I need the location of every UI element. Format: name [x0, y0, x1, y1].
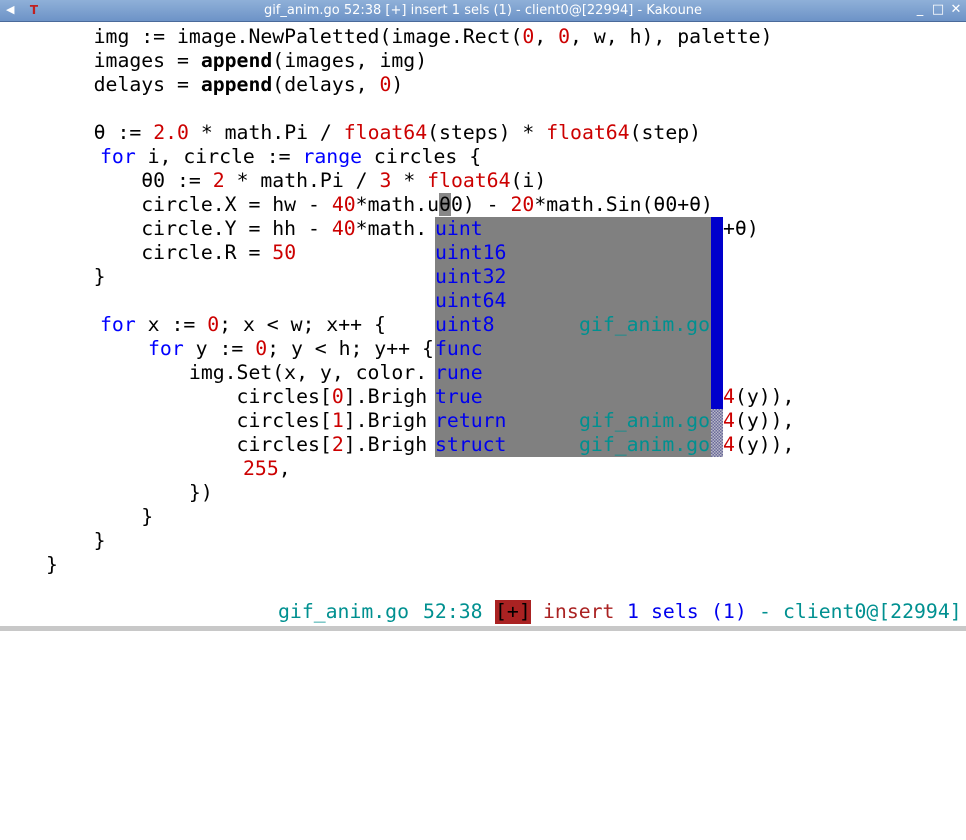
completion-item[interactable]: uint64 — [435, 289, 711, 313]
code-line: for x := 0; x < w; x++ { — [100, 313, 386, 336]
code-line: circles[0].Brigh — [46, 385, 428, 408]
status-mode: insert — [543, 600, 615, 623]
code-line: delays = append(delays, 0) — [46, 73, 404, 96]
window-bottom-border — [0, 626, 966, 631]
status-line: gif_anim.go 52:38 [+] insert 1 sels (1) … — [0, 600, 966, 624]
completion-menu[interactable]: uint uint16 uint32 uint64 uint8 gif_anim.go fu… — [435, 217, 723, 457]
completion-item[interactable]: return gif_anim.go — [435, 409, 711, 433]
text-cursor: θ — [439, 193, 451, 216]
code-line: } — [46, 265, 106, 288]
status-modified-badge: [+] — [495, 600, 531, 624]
code-line: θ := 2.0 * math.Pi / float64(steps) * fl… — [46, 121, 702, 144]
completion-item-name: struct — [435, 433, 507, 456]
close-button[interactable]: ✕ — [948, 2, 964, 18]
code-line-tail: 4(y)), — [723, 433, 795, 456]
status-separator: - — [759, 600, 771, 623]
code-line: 255, — [243, 457, 291, 480]
completion-item-name: uint8 — [435, 313, 495, 336]
completion-item[interactable]: struct gif_anim.go — [435, 433, 711, 457]
code-line-tail: +θ) — [723, 217, 759, 240]
status-cursor-position: 52:38 — [423, 600, 483, 623]
completion-item-name: func — [435, 337, 483, 360]
status-sels-index: (1) — [711, 600, 747, 623]
code-line: circle.Y = hh - 40*math. — [46, 217, 428, 240]
code-line: circles[1].Brigh — [46, 409, 428, 432]
title-bar[interactable]: ◀ T gif_anim.go 52:38 [+] insert 1 sels … — [0, 0, 966, 22]
code-line: for y := 0; y < h; y++ { — [148, 337, 434, 360]
code-line: }) — [46, 481, 213, 504]
status-sels-count: 1 — [627, 600, 639, 623]
completion-item-name: return — [435, 409, 507, 432]
completion-item-source: gif_anim.go — [579, 433, 711, 456]
completion-item[interactable]: func — [435, 337, 711, 361]
completion-item-source: gif_anim.go — [579, 409, 711, 432]
code-line: } — [46, 529, 106, 552]
status-client: client0@[22994] — [783, 600, 962, 623]
maximize-button[interactable]: □ — [930, 2, 946, 18]
status-filename: gif_anim.go — [278, 600, 410, 623]
code-line: for i, circle := range circles { — [100, 145, 482, 168]
code-line: circle.R = 50 — [46, 241, 297, 264]
code-line: images = append(images, img) — [46, 49, 428, 72]
code-line: circle.X = hw - 40*math.uθ0) - 20*math.S… — [46, 193, 713, 216]
window-title: gif_anim.go 52:38 [+] insert 1 sels (1) … — [263, 3, 703, 18]
completion-item[interactable]: uint16 — [435, 241, 711, 265]
completion-item[interactable]: uint — [435, 217, 711, 241]
completion-item-name: uint32 — [435, 265, 507, 288]
completion-scrollbar-thumb[interactable] — [711, 217, 723, 409]
minimize-button[interactable]: _ — [912, 2, 928, 18]
completion-item-name: uint — [435, 217, 483, 240]
code-line: img.Set(x, y, color. — [46, 361, 428, 384]
code-line: } — [46, 505, 154, 528]
code-line: circles[2].Brigh — [46, 433, 428, 456]
completion-item[interactable]: rune — [435, 361, 711, 385]
status-sels-label: sels — [651, 600, 699, 623]
completion-item-source: gif_anim.go — [579, 313, 711, 336]
code-line: θ0 := 2 * math.Pi / 3 * float64(i) — [46, 169, 547, 192]
completion-item-name: uint16 — [435, 241, 507, 264]
code-line: } — [46, 553, 58, 576]
completion-item-name: uint64 — [435, 289, 507, 312]
completion-item[interactable]: true — [435, 385, 711, 409]
completion-item-name: true — [435, 385, 483, 408]
code-line-tail: 4(y)), — [723, 409, 795, 432]
code-line: img := image.NewPaletted(image.Rect(0, 0… — [46, 25, 773, 48]
code-line-tail: 4(y)), — [723, 385, 795, 408]
completion-item[interactable]: uint32 — [435, 265, 711, 289]
completion-item[interactable]: uint8 gif_anim.go — [435, 313, 711, 337]
completion-item-name: rune — [435, 361, 483, 384]
